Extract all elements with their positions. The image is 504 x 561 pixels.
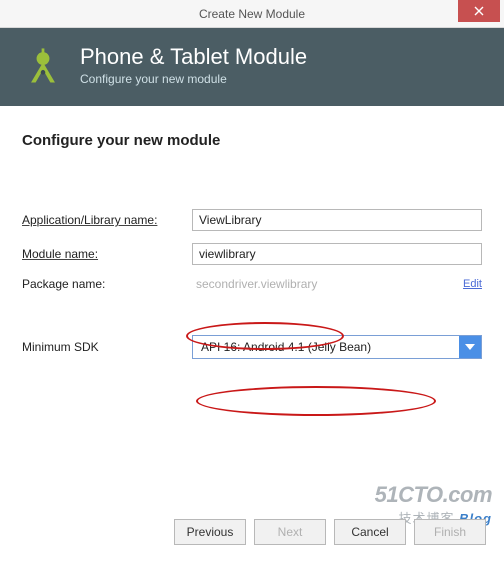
next-button[interactable]: Next: [254, 519, 326, 545]
header-subtitle: Configure your new module: [80, 72, 307, 86]
close-icon: [474, 6, 484, 16]
min-sdk-value: API 16: Android 4.1 (Jelly Bean): [193, 340, 459, 354]
module-name-input[interactable]: [192, 243, 482, 265]
dropdown-arrow: [459, 336, 481, 358]
module-name-label: Module name:: [22, 247, 192, 261]
finish-button[interactable]: Finish: [414, 519, 486, 545]
min-sdk-row: Minimum SDK API 16: Android 4.1 (Jelly B…: [22, 335, 482, 359]
titlebar: Create New Module: [0, 0, 504, 28]
content-area: Configure your new module Application/Li…: [0, 106, 504, 381]
app-name-row: Application/Library name:: [22, 209, 482, 231]
section-heading: Configure your new module: [22, 132, 482, 149]
wizard-footer: Previous Next Cancel Finish: [174, 519, 486, 545]
min-sdk-select[interactable]: API 16: Android 4.1 (Jelly Bean): [192, 335, 482, 359]
edit-package-link[interactable]: Edit: [463, 278, 482, 290]
chevron-down-icon: [465, 344, 475, 350]
header-title: Phone & Tablet Module: [80, 44, 307, 70]
window-title: Create New Module: [0, 7, 504, 21]
watermark-line1: 51CTO.com: [375, 482, 492, 508]
app-name-label: Application/Library name:: [22, 213, 192, 227]
android-studio-icon: [20, 42, 66, 88]
app-name-input[interactable]: [192, 209, 482, 231]
cancel-button[interactable]: Cancel: [334, 519, 406, 545]
wizard-header: Phone & Tablet Module Configure your new…: [0, 28, 504, 106]
module-name-row: Module name:: [22, 243, 482, 265]
package-name-label: Package name:: [22, 277, 192, 291]
close-button[interactable]: [458, 0, 500, 22]
package-name-value: secondriver.viewlibrary: [192, 277, 455, 291]
min-sdk-label: Minimum SDK: [22, 340, 192, 354]
previous-button[interactable]: Previous: [174, 519, 246, 545]
package-name-row: Package name: secondriver.viewlibrary Ed…: [22, 277, 482, 291]
annotation-ellipse: [196, 386, 436, 416]
